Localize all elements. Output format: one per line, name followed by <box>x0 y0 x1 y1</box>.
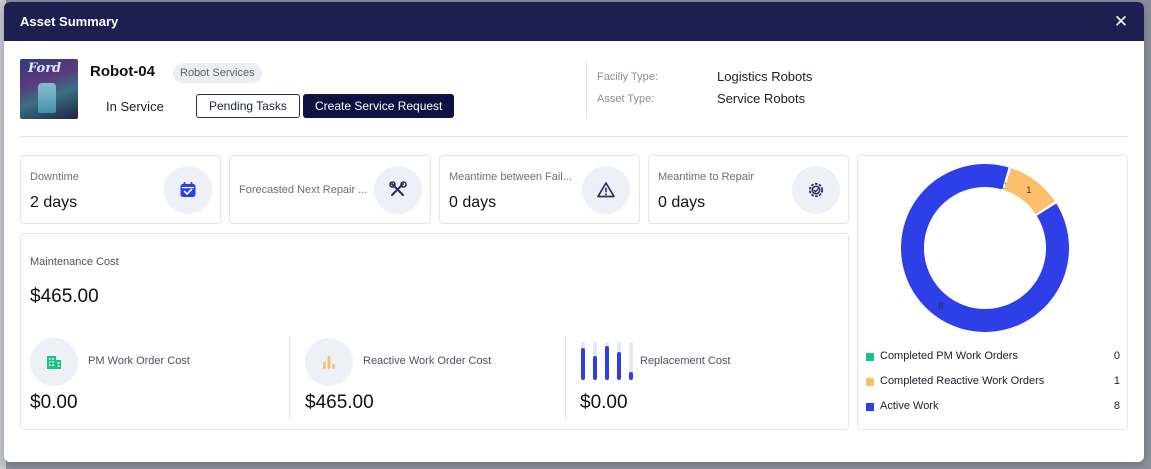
stat-card-forecasted-repair: Forecasted Next Repair ... <box>229 155 431 224</box>
stat-value: 2 days <box>30 194 78 211</box>
maintenance-cost-card: Maintenance Cost $465.00 PM Work Order C… <box>20 233 849 430</box>
legend-label: Completed PM Work Orders <box>880 350 1018 362</box>
legend-item-active-work[interactable]: Active Work 8 <box>866 400 1120 416</box>
thumbnail-robot <box>38 83 56 113</box>
legend-item-completed-pm[interactable]: Completed PM Work Orders 0 <box>866 350 1120 366</box>
donut-slice-label: 1 <box>1026 185 1031 195</box>
maintenance-cost-total: $465.00 <box>30 286 99 307</box>
pending-tasks-button[interactable]: Pending Tasks <box>196 94 300 118</box>
stat-label: Meantime between Fail... <box>449 171 572 183</box>
divider <box>289 336 290 420</box>
asset-summary-modal: Asset Summary ✕ Ford Robot-04 Robot Serv… <box>4 2 1144 462</box>
stat-value: 0 days <box>658 194 706 211</box>
stat-label: Meantime to Repair <box>658 171 754 183</box>
work-orders-donut-chart: 0 18 <box>901 164 1069 332</box>
facility-type-label: Faciliy Type: <box>597 71 658 83</box>
building-icon <box>30 338 78 386</box>
legend-swatch <box>866 403 874 411</box>
asset-thumbnail: Ford <box>20 59 78 119</box>
replacement-cost-value: $0.00 <box>580 392 628 413</box>
create-service-request-button[interactable]: Create Service Request <box>303 94 455 118</box>
legend-swatch <box>866 353 874 361</box>
stat-card-downtime: Downtime 2 days <box>20 155 221 224</box>
stat-card-meantime-to-repair: Meantime to Repair 0 days <box>648 155 849 224</box>
legend-item-completed-reactive[interactable]: Completed Reactive Work Orders 1 <box>866 375 1120 391</box>
legend-label: Completed Reactive Work Orders <box>880 375 1045 387</box>
legend-swatch <box>866 378 874 386</box>
legend-label: Active Work <box>880 400 939 412</box>
modal-title: Asset Summary <box>20 14 119 29</box>
pm-work-order-cost-label: PM Work Order Cost <box>88 355 190 367</box>
work-orders-chart-card: 0 1 8 Completed PM Work Orders 0 Completed R… <box>857 155 1128 430</box>
legend-count: 0 <box>1113 350 1120 362</box>
pm-work-order-cost-value: $0.00 <box>30 392 78 413</box>
vertical-divider <box>586 61 587 119</box>
status-text: In Service <box>106 99 164 114</box>
bar-chart-icon <box>305 338 353 386</box>
facility-type-value: Logistics Robots <box>717 69 813 84</box>
asset-name: Robot-04 <box>90 63 155 80</box>
legend-count: 1 <box>1113 375 1120 387</box>
tools-icon <box>374 166 422 214</box>
gear-repair-icon <box>792 166 840 214</box>
stat-card-meantime-between-failures: Meantime between Fail... 0 days <box>439 155 640 224</box>
stat-label: Downtime <box>30 171 79 183</box>
category-badge: Robot Services <box>173 63 262 83</box>
legend-count: 8 <box>1113 400 1120 412</box>
bars-progress-icon <box>580 342 634 382</box>
asset-header: Ford Robot-04 Robot Services In Service … <box>20 57 1128 137</box>
calendar-check-icon <box>164 166 212 214</box>
stat-label: Forecasted Next Repair ... <box>239 184 368 196</box>
reactive-work-order-cost-value: $465.00 <box>305 392 374 413</box>
reactive-work-order-cost-label: Reactive Work Order Cost <box>363 355 492 367</box>
replacement-cost-label: Replacement Cost <box>640 355 731 367</box>
asset-type-value: Service Robots <box>717 91 806 106</box>
divider <box>565 336 566 420</box>
close-icon[interactable]: ✕ <box>1112 12 1130 31</box>
warning-icon <box>582 166 630 214</box>
stat-value: 0 days <box>449 194 497 211</box>
asset-type-label: Asset Type: <box>597 93 655 105</box>
thumbnail-logo: Ford <box>28 61 62 76</box>
modal-header: Asset Summary ✕ <box>4 2 1144 41</box>
donut-slice-label: 8 <box>939 301 944 311</box>
maintenance-cost-title: Maintenance Cost <box>30 256 119 268</box>
